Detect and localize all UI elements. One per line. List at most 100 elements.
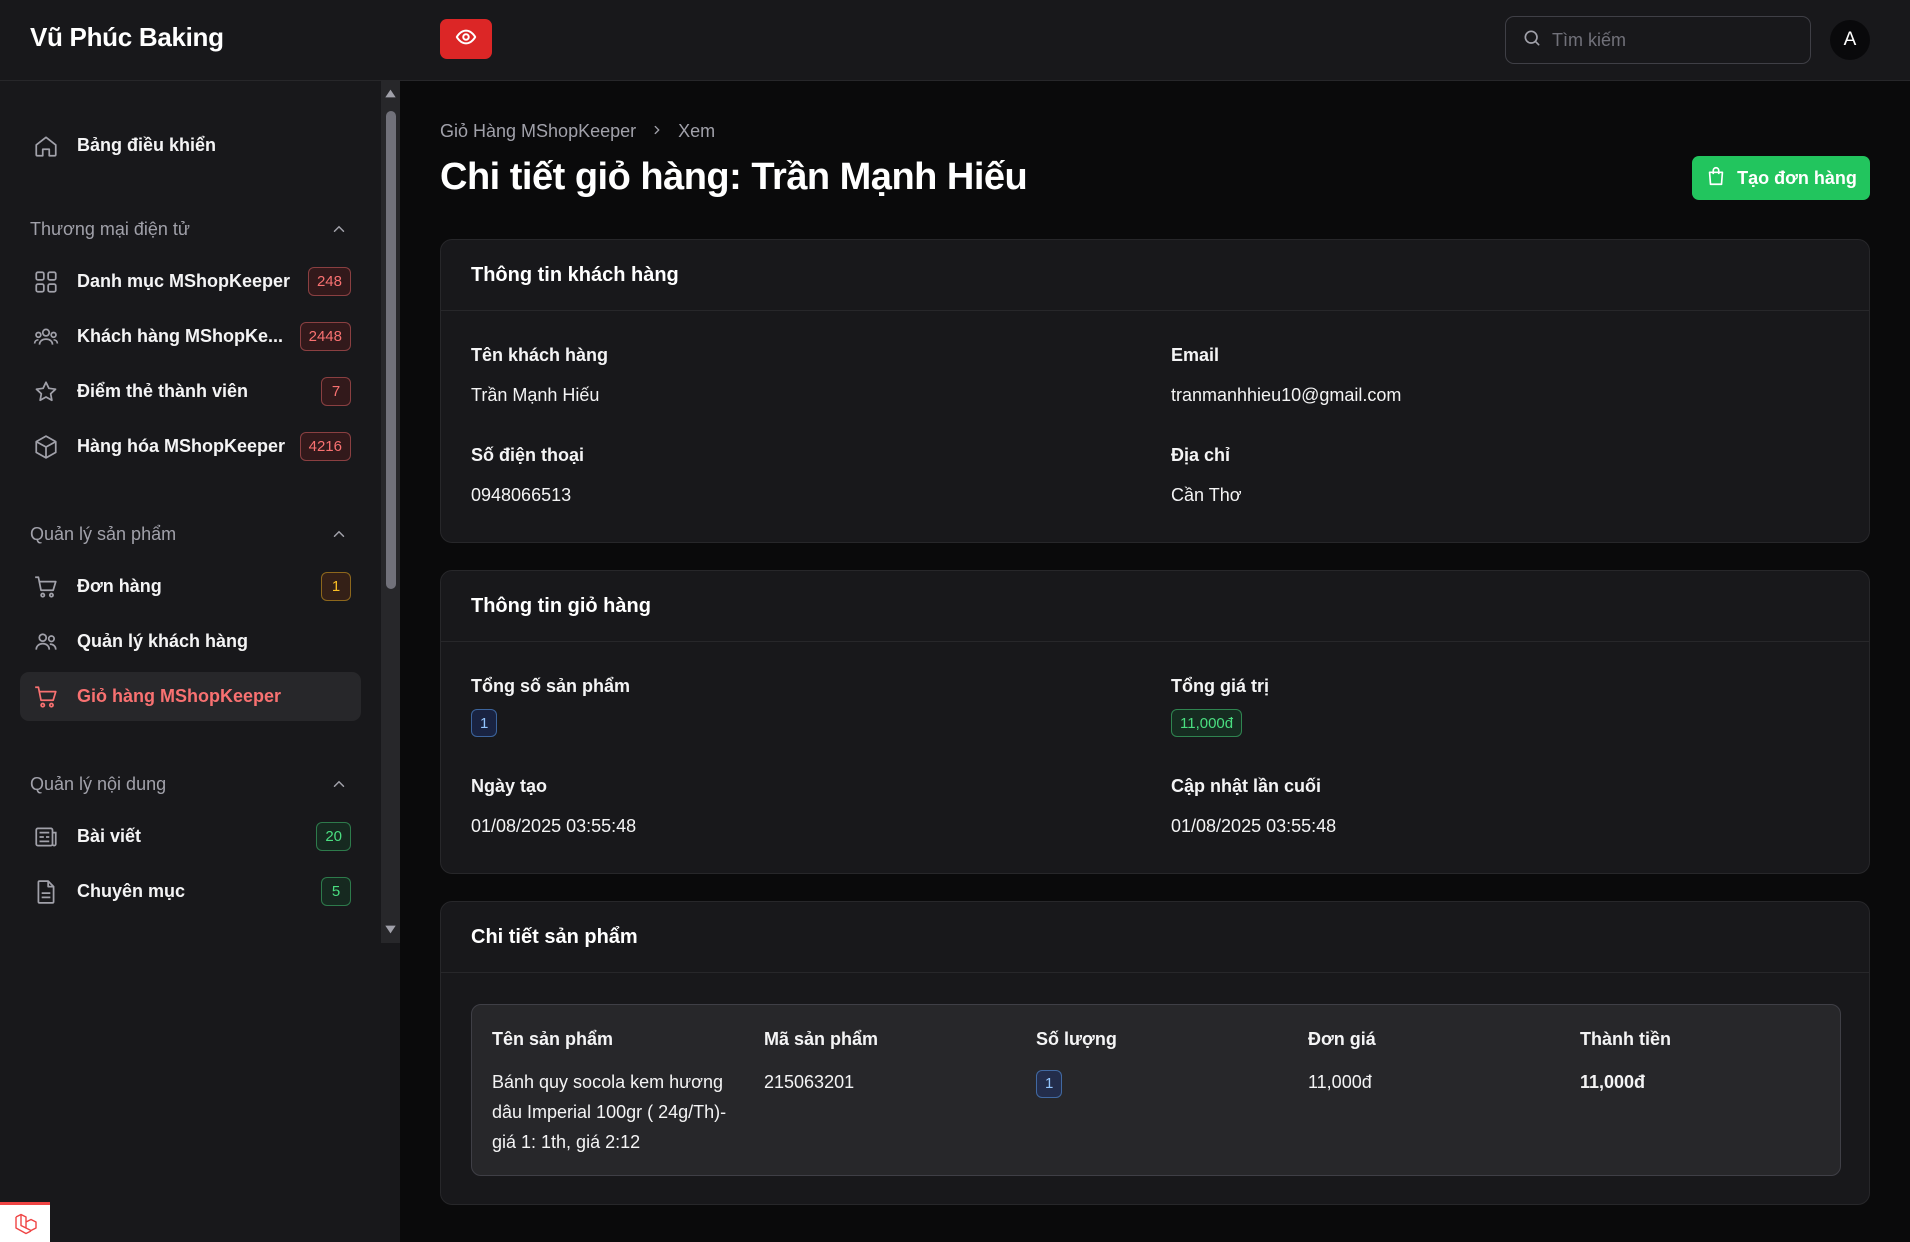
count-badge: 7: [321, 377, 351, 406]
product-table: Tên sản phẩm Mã sản phẩm Số lượng Đơn gi…: [471, 1004, 1841, 1176]
sidebar-item-label: Khách hàng MShopKe...: [77, 326, 284, 346]
customer-info-card: Thông tin khách hàng Tên khách hàng Trần…: [440, 239, 1870, 543]
cube-icon: [32, 433, 60, 461]
field-label: Tổng giá trị: [1171, 676, 1269, 696]
user-group-icon: [32, 628, 60, 656]
created-at-field: Ngày tạo 01/08/2025 03:55:48: [471, 776, 636, 837]
unit-price-cell: 11,000đ: [1308, 1072, 1372, 1092]
count-badge: 2448: [299, 322, 351, 351]
field-value: 01/08/2025 03:55:48: [1171, 816, 1337, 836]
top-bar: Vũ Phúc Baking A: [0, 0, 1910, 81]
chevron-up-icon[interactable]: [330, 220, 348, 243]
column-header: Thành tiền: [1580, 1029, 1671, 1049]
field-value: tranmanhhieu10@gmail.com: [1171, 385, 1402, 405]
column-header: Mã sản phẩm: [764, 1029, 879, 1049]
sidebar-item-label: Quản lý khách hàng: [77, 631, 249, 651]
sidebar-scrollbar[interactable]: [381, 81, 400, 943]
product-code-cell: 215063201: [764, 1072, 855, 1092]
breadcrumb-current: Xem: [678, 121, 716, 141]
global-search[interactable]: [1505, 16, 1811, 64]
product-name-cell: Bánh quy socola kem hương dâu Imperial 1…: [492, 1072, 727, 1152]
star-icon: [32, 378, 60, 406]
scroll-down-icon[interactable]: [384, 923, 397, 941]
customer-name-field: Tên khách hàng Trần Mạnh Hiếu: [471, 345, 608, 406]
quantity-cell: 1: [1036, 1067, 1063, 1098]
field-value: 0948066513: [471, 485, 572, 505]
scroll-up-icon[interactable]: [384, 87, 397, 105]
sidebar-item-post-categories[interactable]: Chuyên mục 5: [20, 867, 361, 916]
count-badge: 248: [307, 267, 351, 296]
debug-bar-logo[interactable]: [0, 1202, 50, 1242]
sidebar-item-label: Điểm thẻ thành viên: [77, 381, 249, 401]
field-label: Email: [1171, 345, 1220, 365]
sidebar-item-orders[interactable]: Đơn hàng 1: [20, 562, 361, 611]
field-label: Địa chỉ: [1171, 445, 1231, 465]
view-site-button[interactable]: [440, 19, 492, 59]
field-value: Trần Mạnh Hiếu: [471, 385, 600, 405]
search-icon: [1522, 28, 1542, 53]
customer-email-field: Email tranmanhhieu10@gmail.com: [1171, 345, 1401, 406]
count-badge: 1: [321, 572, 351, 601]
breadcrumb-parent-link[interactable]: Giỏ Hàng MShopKeeper: [440, 121, 636, 142]
card-title: Chi tiết sản phẩm: [441, 902, 1869, 973]
field-value: Cần Thơ: [1171, 485, 1242, 505]
card-title: Thông tin khách hàng: [441, 240, 1869, 311]
users-icon: [32, 323, 60, 351]
sidebar-item-mshop-carts[interactable]: Giỏ hàng MShopKeeper: [20, 672, 361, 721]
customer-address-field: Địa chỉ Cần Thơ: [1171, 445, 1242, 506]
sidebar-item-label: Bảng điều khiển: [77, 135, 217, 155]
field-label: Tổng số sản phẩm: [471, 676, 631, 696]
document-icon: [32, 878, 60, 906]
sidebar-item-mshop-categories[interactable]: Danh mục MShopKeeper 248: [20, 257, 361, 306]
sidebar-item-label: Giỏ hàng MShopKeeper: [77, 686, 282, 706]
column-header: Đơn giá: [1308, 1029, 1376, 1049]
sidebar-item-dashboard[interactable]: Bảng điều khiển: [20, 121, 361, 170]
total-items-badge: 1: [471, 709, 498, 737]
sidebar: Bảng điều khiển Thương mại điện tử Danh …: [0, 81, 400, 1242]
chevron-up-icon[interactable]: [330, 525, 348, 548]
user-avatar[interactable]: A: [1830, 20, 1870, 60]
card-title: Thông tin giỏ hàng: [441, 571, 1869, 642]
field-value: 01/08/2025 03:55:48: [471, 816, 637, 836]
scroll-thumb[interactable]: [386, 111, 396, 589]
total-items-field: Tổng số sản phẩm 1: [471, 676, 630, 737]
sidebar-nav: Bảng điều khiển Thương mại điện tử Danh …: [0, 81, 380, 941]
line-total-cell: 11,000đ: [1580, 1072, 1646, 1092]
cart-icon: [32, 573, 60, 601]
count-badge: 20: [316, 822, 351, 851]
chevron-up-icon[interactable]: [330, 775, 348, 798]
sidebar-item-label: Bài viết: [77, 826, 142, 846]
count-badge: 5: [321, 877, 351, 906]
column-header: Tên sản phẩm: [492, 1029, 614, 1049]
total-value-badge: 11,000đ: [1171, 709, 1243, 737]
group-ecommerce-label: Thương mại điện tử: [30, 219, 190, 239]
search-input[interactable]: [1552, 29, 1792, 51]
product-details-card: Chi tiết sản phẩm Tên sản phẩm Mã sản ph…: [440, 901, 1870, 1205]
create-order-label: Tạo đơn hàng: [1737, 167, 1857, 188]
field-label: Tên khách hàng: [471, 345, 609, 365]
sidebar-item-label: Hàng hóa MShopKeeper: [77, 436, 286, 456]
cart-icon: [32, 683, 60, 711]
field-label: Cập nhật lần cuối: [1171, 776, 1322, 796]
quantity-badge: 1: [1036, 1070, 1063, 1098]
brand-logo[interactable]: Vũ Phúc Baking: [30, 22, 224, 53]
field-label: Ngày tạo: [471, 776, 548, 796]
shopping-bag-icon: [1705, 165, 1727, 192]
page-title: Chi tiết giỏ hàng: Trần Mạnh Hiếu: [440, 156, 1028, 198]
breadcrumb: Giỏ Hàng MShopKeeper Xem: [440, 121, 715, 142]
field-label: Số điện thoại: [471, 445, 585, 465]
updated-at-field: Cập nhật lần cuối 01/08/2025 03:55:48: [1171, 776, 1336, 837]
group-product-management-label: Quản lý sản phẩm: [30, 524, 177, 544]
sidebar-item-label: Chuyên mục: [77, 881, 186, 901]
create-order-button[interactable]: Tạo đơn hàng: [1692, 156, 1870, 200]
eye-icon: [455, 26, 477, 53]
chevron-right-icon: [650, 121, 664, 142]
sidebar-item-label: Danh mục MShopKeeper: [77, 271, 291, 291]
sidebar-item-posts[interactable]: Bài viết 20: [20, 812, 361, 861]
sidebar-item-customer-management[interactable]: Quản lý khách hàng: [20, 617, 361, 666]
sidebar-item-loyalty-points[interactable]: Điểm thẻ thành viên 7: [20, 367, 361, 416]
sidebar-item-mshop-products[interactable]: Hàng hóa MShopKeeper 4216: [20, 422, 361, 471]
total-value-field: Tổng giá trị 11,000đ: [1171, 676, 1269, 737]
sidebar-item-mshop-customers[interactable]: Khách hàng MShopKe... 2448: [20, 312, 361, 361]
column-header: Số lượng: [1036, 1029, 1117, 1049]
